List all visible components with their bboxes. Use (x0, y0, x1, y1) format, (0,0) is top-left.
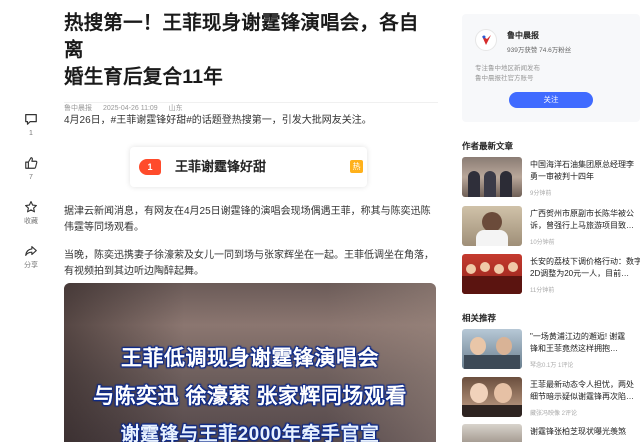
author-desc-line2: 鲁中晨报社官方账号 (475, 75, 534, 82)
news-title-line1: 谢霆锋张柏芝现状曝光羡煞 (530, 427, 626, 436)
article-paragraph-2: 据津云新闻消息，有网友在4月25日谢霆锋的演唱会现场偶遇王菲，称其与陈奕迅陈伟霆… (64, 206, 431, 233)
news-title-line2: 锋和王菲竟然这样拥抱… (530, 344, 618, 353)
article-source[interactable]: 鲁中晨报 (64, 105, 92, 112)
news-thumbnail (462, 206, 522, 246)
hot-topic-title: 王菲谢霆锋好甜 (175, 159, 267, 174)
video-caption-3: 谢霆锋与王菲2000年牵手官宣 (120, 424, 380, 442)
list-item[interactable]: 谢霆锋张柏芝现状曝光羡煞 (462, 424, 640, 442)
article: 热搜第一！王菲现身谢霆锋演唱会，各自离 婚生育后复合11年 鲁中晨报 2025-… (64, 10, 438, 442)
like-count: 7 (29, 174, 33, 181)
news-meta: 藏张冯映像 2评论 (530, 411, 578, 417)
article-title-line1: 热搜第一！王菲现身谢霆锋演唱会，各自离 (64, 12, 419, 61)
list-item[interactable]: 王菲最新动态令人担忧，两处 细节暗示疑似谢霆锋再次陷… 藏张冯映像 2评论 (462, 377, 640, 422)
news-thumbnail (462, 377, 522, 417)
thumbs-up-icon (25, 157, 38, 169)
list-item[interactable]: 长安的荔枝下调价格行动：数字 2D调整为20元一人，目前… 11分钟前 (462, 254, 640, 299)
comment-button[interactable]: 1 (14, 112, 48, 156)
news-title-line1: 王菲最新动态令人担忧，两处 (530, 380, 634, 389)
author-card: 鲁中晨报 939万获赞 74.6万粉丝 专注鲁中地区新闻发布 鲁中晨报社官方账号… (462, 14, 640, 122)
news-title-line2: 细节暗示疑似谢霆锋再次陷… (530, 392, 634, 401)
article-meta: 鲁中晨报 2025-04-26 11:09 山东 (64, 103, 438, 113)
news-meta: 10分钟前 (530, 240, 555, 246)
news-meta: 11分钟前 (530, 288, 555, 294)
action-rail: 1 7 收藏 分享 (14, 112, 48, 288)
comment-icon (25, 114, 37, 125)
author-name[interactable]: 鲁中晨报 (507, 30, 539, 41)
article-video[interactable]: 王菲低调现身谢霆锋演唱会 与陈奕迅 徐濠萦 张家辉同场观看 谢霆锋与王菲2000… (64, 283, 436, 442)
news-meta: 9分钟前 (530, 191, 552, 197)
related-heading: 相关推荐 (462, 313, 497, 323)
article-datetime: 2025-04-26 11:09 (102, 105, 158, 112)
share-icon (25, 246, 37, 256)
author-stats: 939万获赞 74.6万粉丝 (507, 47, 572, 54)
news-thumbnail (462, 254, 522, 294)
news-thumbnail (462, 329, 522, 369)
video-caption-1: 王菲低调现身谢霆锋演唱会 (121, 347, 379, 370)
like-button[interactable]: 7 (14, 156, 48, 200)
article-paragraph-3: 当晚，陈奕迅携妻子徐濠萦及女儿一同到场与张家辉坐在一起。王菲低调坐在角落，有视频… (64, 250, 434, 277)
list-item[interactable]: 中国海洋石油集团原总经理李 勇一审被判十四年 9分钟前 (462, 157, 640, 202)
follow-button[interactable]: 关注 (509, 92, 593, 108)
author-avatar[interactable] (475, 29, 497, 51)
news-title-line2: 诉，曾强行上马旅游项目致… (530, 221, 634, 230)
hot-topic-card[interactable]: 1 王菲谢霆锋好甜 热 (130, 147, 367, 187)
hot-rank-badge: 1 (139, 159, 161, 175)
favorite-button[interactable]: 收藏 (14, 200, 48, 244)
author-description: 专注鲁中地区新闻发布 鲁中晨报社官方账号 (475, 64, 540, 84)
comment-count: 1 (29, 130, 33, 137)
news-title-line1: "一场黄浦江边的邂逅! 谢霆 (530, 332, 626, 341)
news-title-line1: 中国海洋石油集团原总经理李 (530, 160, 634, 169)
news-title-line1: 长安的荔枝下调价格行动：数字 (530, 257, 640, 266)
author-latest-heading: 作者最新文章 (462, 141, 514, 151)
news-title-line2: 2D调整为20元一人，目前… (530, 269, 630, 278)
list-item[interactable]: "一场黄浦江边的邂逅! 谢霆 锋和王菲竟然这样拥抱… 琴念0.1万 1评论 (462, 329, 640, 374)
hot-tag: 热 (350, 160, 363, 173)
article-paragraph-1: 4月26日，#王菲谢霆锋好甜#的话题登热搜第一，引发大批网友关注。 (64, 115, 372, 126)
article-title: 热搜第一！王菲现身谢霆锋演唱会，各自离 婚生育后复合11年 (64, 10, 438, 91)
title-divider (64, 102, 438, 103)
share-button[interactable]: 分享 (14, 244, 48, 288)
news-title-line1: 广西贺州市原副市长陈华被公 (530, 209, 634, 218)
video-caption-2: 与陈奕迅 徐濠萦 张家辉同场观看 (93, 385, 407, 408)
share-label: 分享 (24, 262, 38, 269)
article-location: 山东 (168, 105, 183, 112)
news-thumbnail (462, 424, 522, 442)
star-icon (25, 201, 37, 213)
news-thumbnail (462, 157, 522, 197)
favorite-label: 收藏 (24, 218, 38, 225)
list-item[interactable]: 广西贺州市原副市长陈华被公 诉，曾强行上马旅游项目致… 10分钟前 (462, 206, 640, 251)
article-title-line2: 婚生育后复合11年 (64, 66, 223, 88)
news-meta: 琴念0.1万 1评论 (530, 363, 574, 369)
news-title-line2: 勇一审被判十四年 (530, 172, 594, 181)
author-desc-line1: 专注鲁中地区新闻发布 (475, 65, 540, 72)
news-logo-icon (482, 35, 491, 45)
